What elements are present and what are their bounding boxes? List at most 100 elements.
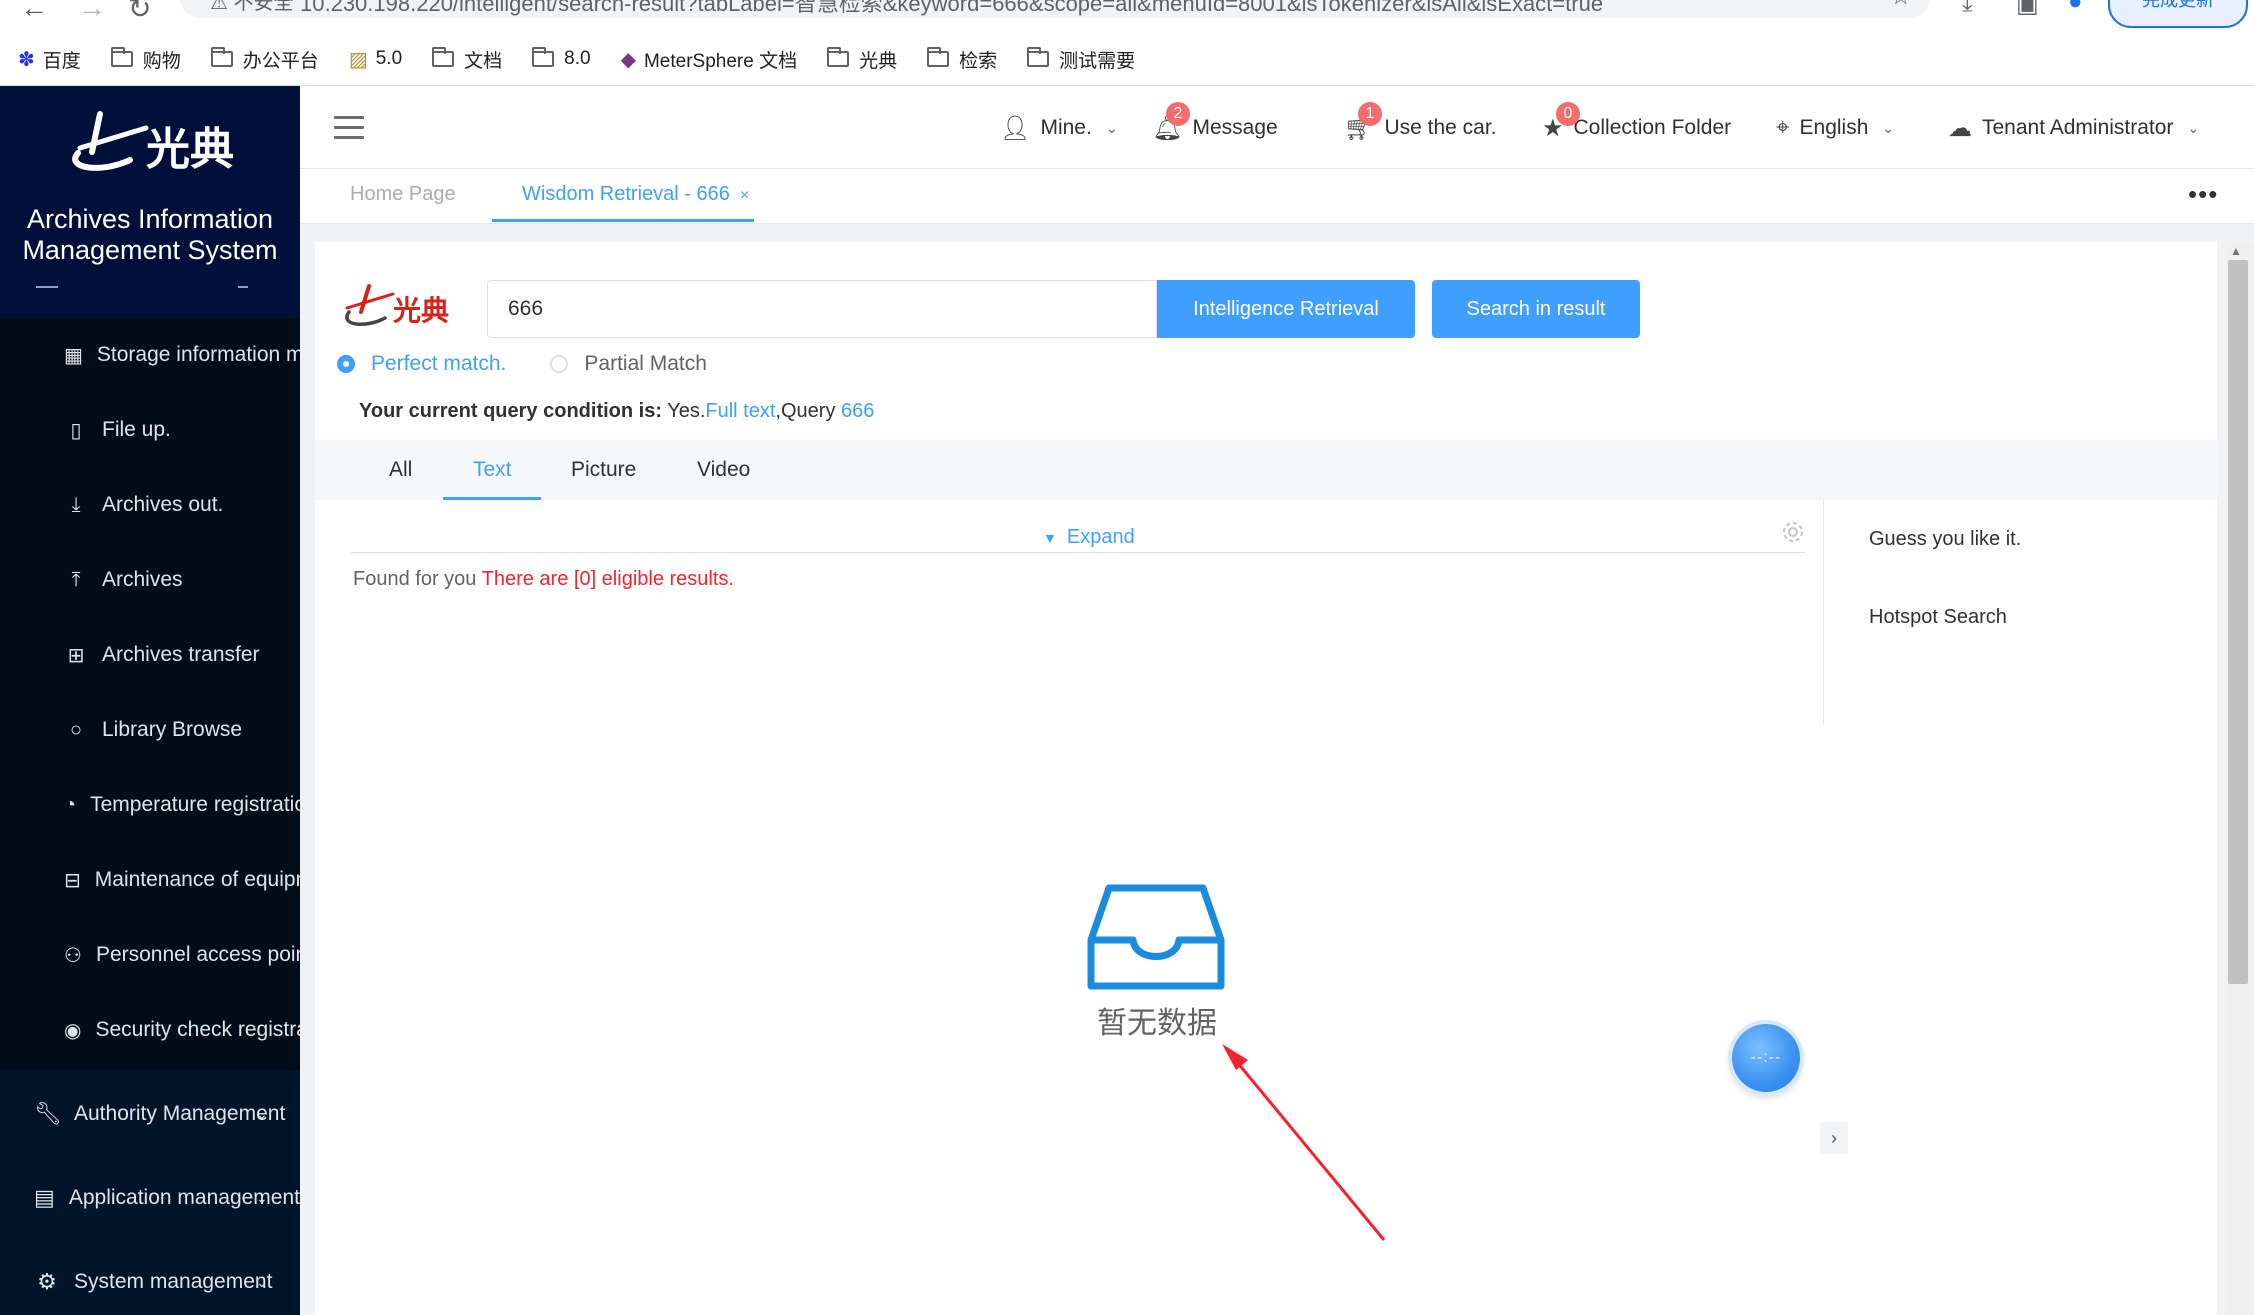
svg-text:光典: 光典 <box>146 124 234 175</box>
system-title: Archives Information Management System <box>22 204 278 265</box>
mine-menu[interactable]: 👤︎ Mine. ⌄ <box>1000 110 1118 146</box>
close-icon[interactable]: × <box>740 187 749 204</box>
collection-folder-button[interactable]: ★ 0 Collection Folder <box>1542 101 1731 146</box>
gear-icon: ⚙ <box>37 1269 57 1294</box>
partial-match-label[interactable]: Partial Match <box>584 352 707 376</box>
right-panel-divider <box>1823 500 1824 725</box>
perfect-match-radio[interactable] <box>337 355 355 373</box>
wrench-icon: 🔧︎ <box>34 1101 62 1126</box>
sidebar-item-archives[interactable]: ⤒ Archives <box>0 543 300 617</box>
metersphere-icon: ◆ <box>620 48 636 71</box>
star-icon[interactable]: ☆ <box>1890 0 1912 11</box>
bookmark-docs[interactable]: 文档 <box>432 46 502 73</box>
reload-icon[interactable]: ↻ <box>128 0 151 25</box>
eye-icon: ◉ <box>64 1019 82 1042</box>
search-logo: 光典 <box>345 284 449 327</box>
bookmark-search[interactable]: 检索 <box>927 46 997 73</box>
tab-text[interactable]: Text <box>473 458 512 482</box>
back-arrow-icon[interactable]: ← <box>20 0 48 24</box>
chevron-down-icon: ⌄ <box>256 1105 268 1122</box>
chevron-down-icon: ⌄ <box>1882 119 1895 136</box>
partial-match-radio[interactable] <box>550 355 569 373</box>
car-badge: 1 <box>1358 101 1382 126</box>
sidebar-item-system-management[interactable]: ⚙ System management ⌄ <box>0 1242 300 1315</box>
chevron-down-icon: ⌄ <box>256 1273 268 1290</box>
sidebar-item-storage-information[interactable]: ▦ Storage information management <box>0 318 300 392</box>
user-icon: 👤︎ <box>1000 114 1031 142</box>
sidebar-item-archives-transfer[interactable]: ⊞ Archives transfer <box>0 618 300 692</box>
intelligence-retrieval-button[interactable]: Intelligence Retrieval <box>1157 280 1415 338</box>
message-badge: 2 <box>1166 101 1190 126</box>
caret-down-icon: ▼ <box>1043 530 1057 546</box>
chevron-right-icon[interactable]: › <box>1820 1122 1848 1154</box>
tab-home-page[interactable]: Home Page <box>350 183 456 206</box>
browser-chrome: ← → ↻ ⚠ 不安全 10.230.198.220/intelligent/s… <box>0 0 2254 86</box>
insecure-indicator[interactable]: ⚠ 不安全 <box>210 0 294 15</box>
tab-picture[interactable]: Picture <box>571 458 636 482</box>
scroll-up-arrow-icon[interactable]: ▲ <box>2230 244 2242 258</box>
settings-gear-icon[interactable] <box>1781 520 1805 544</box>
bookmark-guangdian[interactable]: 光典 <box>827 46 897 73</box>
sidebar-item-equipment-maintenance[interactable]: ⊟ Maintenance of equipment <box>0 843 300 917</box>
location-icon: ⌖ <box>1776 114 1790 141</box>
extensions-icon[interactable]: ▣ <box>2016 0 2039 19</box>
sidebar-item-archives-out[interactable]: ⤓ Archives out. <box>0 468 300 542</box>
results-summary: Found for you There are [0] eligible res… <box>353 568 734 590</box>
use-car-button[interactable]: 🛒︎ 1 Use the car. <box>1344 101 1497 146</box>
bookmark-test-needs[interactable]: 测试需要 <box>1027 46 1135 73</box>
bookmarks-bar: ✽ 百度 购物 办公平台 ▨ 5.0 文档 8.0 ◆ MeterSphere … <box>18 44 1165 74</box>
bookmark-shopping[interactable]: 购物 <box>110 46 181 73</box>
sidebar-item-library-browse[interactable]: ○ Library Browse <box>0 693 300 767</box>
floating-assistant-button[interactable]: --:-- <box>1732 1024 1800 1092</box>
cloud-icon: ☁ <box>1948 114 1972 142</box>
sidebar-item-security-check[interactable]: ◉ Security check registration <box>0 993 300 1067</box>
image-icon: ▨ <box>348 48 368 71</box>
message-button[interactable]: 🔔︎ 2 Message <box>1152 101 1278 146</box>
sidebar-item-authority-management[interactable]: 🔧︎ Authority Management ⌄ <box>0 1074 300 1154</box>
url-text[interactable]: 10.230.198.220/intelligent/search-result… <box>300 0 1603 18</box>
baidu-icon: ✽ <box>18 48 35 71</box>
sidebar-item-application-management[interactable]: ▤ Application management ⌄ <box>0 1158 300 1238</box>
main-content: 光典 Intelligence Retrieval Search in resu… <box>315 242 2217 1315</box>
chevron-down-icon: ⌄ <box>2187 119 2200 136</box>
sidebar-item-temperature-registration[interactable]: ◔ Temperature registration <box>0 768 300 842</box>
match-mode-radio-group: Perfect match. Partial Match <box>337 352 707 376</box>
star-icon: ★ 0 <box>1542 101 1580 143</box>
folder-icon <box>110 47 133 67</box>
tab-wisdom-retrieval[interactable]: Wisdom Retrieval - 666 × <box>522 183 749 206</box>
tab-all[interactable]: All <box>389 458 412 482</box>
profile-icon[interactable]: ● <box>2068 0 2083 16</box>
expand-toggle[interactable]: ▼ Expand <box>1043 526 1135 549</box>
active-tab-indicator <box>492 219 754 222</box>
bookmark-office[interactable]: 办公平台 <box>210 46 319 73</box>
sidebar: 光典 Archives Information Management Syste… <box>0 86 300 1315</box>
folder-icon <box>432 47 455 67</box>
perfect-match-label[interactable]: Perfect match. <box>371 352 506 376</box>
search-in-result-button[interactable]: Search in result <box>1432 280 1640 338</box>
sidebar-item-personnel-access[interactable]: ⚇ Personnel access points <box>0 918 300 992</box>
device-icon: ⊟ <box>64 869 81 892</box>
forward-arrow-icon[interactable]: → <box>78 0 106 24</box>
search-input[interactable] <box>487 280 1157 338</box>
menu-toggle-icon[interactable] <box>334 116 364 146</box>
bookmark-5-0[interactable]: ▨ 5.0 <box>349 47 402 72</box>
chevron-down-icon: ⌄ <box>1105 119 1118 136</box>
address-bar[interactable]: ⚠ 不安全 10.230.198.220/intelligent/search-… <box>180 0 1930 18</box>
transfer-icon: ⊞ <box>67 644 85 667</box>
submenu: ▦ Storage information management ▯ File … <box>0 318 300 1070</box>
bookmark-8-0[interactable]: 8.0 <box>532 47 591 70</box>
update-button[interactable]: 完成更新 <box>2108 0 2248 28</box>
download-icon[interactable]: ⤓ <box>1962 0 1973 18</box>
empty-inbox-icon <box>1087 884 1225 990</box>
query-condition: Your current query condition is: Yes.Ful… <box>359 400 875 422</box>
sidebar-item-file-up[interactable]: ▯ File up. <box>0 393 300 467</box>
bookmark-baidu[interactable]: ✽ 百度 <box>18 46 81 73</box>
gauge-icon: ◔ <box>64 793 77 816</box>
language-selector[interactable]: ⌖ English ⌄ <box>1776 110 1894 146</box>
collection-badge: 0 <box>1556 101 1580 126</box>
tenant-selector[interactable]: ☁ Tenant Administrator ⌄ <box>1948 110 2199 146</box>
scrollbar-thumb[interactable] <box>2228 260 2248 984</box>
more-icon[interactable]: ••• <box>2188 179 2218 210</box>
bookmark-metersphere[interactable]: ◆ MeterSphere 文档 <box>621 46 798 73</box>
tab-video[interactable]: Video <box>697 458 750 482</box>
